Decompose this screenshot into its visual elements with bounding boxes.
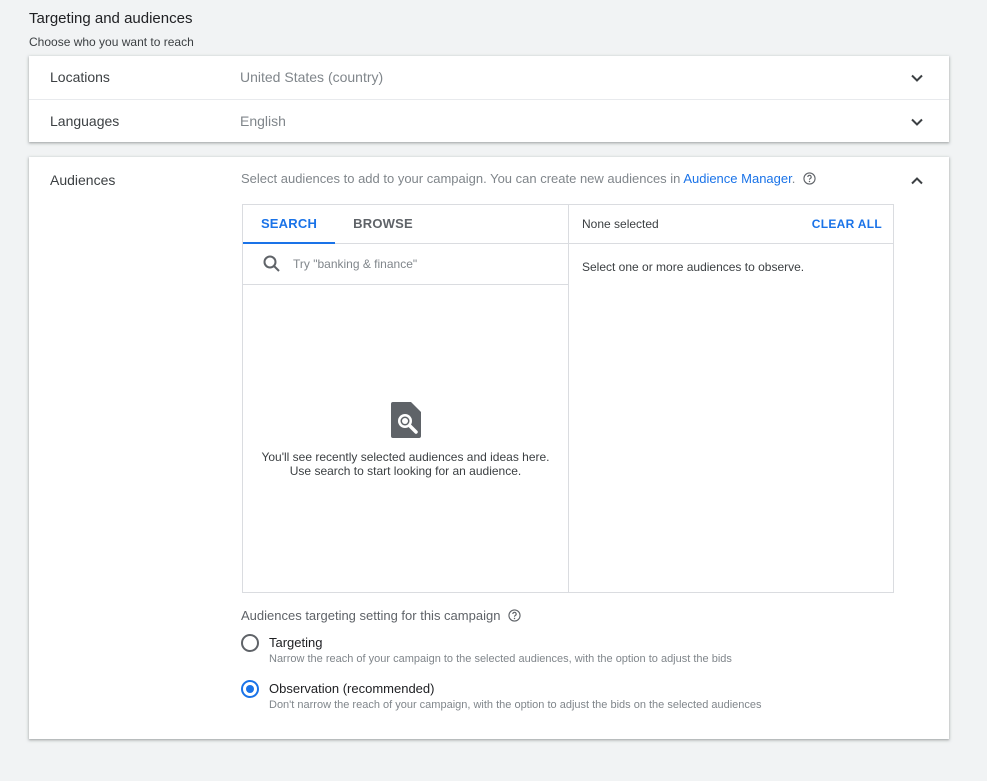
location-language-card: Locations United States (country) Langua… (29, 56, 949, 142)
chevron-up-icon[interactable] (909, 173, 925, 189)
targeting-setting-title: Audiences targeting setting for this cam… (241, 608, 521, 623)
selected-hint: Select one or more audiences to observe. (582, 260, 805, 274)
empty-state-line-2: Use search to start looking for an audie… (289, 464, 522, 478)
selected-header: None selected CLEAR ALL (569, 205, 893, 244)
clear-all-button[interactable]: CLEAR ALL (812, 217, 882, 231)
locations-label: Locations (50, 69, 110, 85)
chevron-down-icon[interactable] (909, 70, 925, 86)
targeting-setting-title-text: Audiences targeting setting for this cam… (241, 608, 501, 623)
audience-search-pane: SEARCH BROWSE You'll see recently select… (243, 205, 569, 592)
chevron-down-icon[interactable] (909, 114, 925, 130)
help-icon[interactable] (508, 609, 521, 622)
targeting-radio[interactable] (241, 634, 259, 652)
audiences-label: Audiences (50, 172, 116, 188)
search-document-icon (391, 402, 421, 438)
tab-search[interactable]: SEARCH (243, 205, 335, 244)
audiences-description-end: . (791, 171, 796, 186)
section-title: Targeting and audiences (29, 10, 193, 27)
observation-radio[interactable] (241, 680, 259, 698)
selected-audiences-pane: None selected CLEAR ALL Select one or mo… (569, 205, 893, 592)
locations-value: United States (country) (240, 69, 384, 85)
audiences-card: Audiences Select audiences to add to you… (29, 157, 949, 739)
targeting-option-description: Narrow the reach of your campaign to the… (269, 653, 732, 665)
audience-search-input[interactable] (293, 253, 543, 275)
targeting-option-label[interactable]: Targeting (269, 635, 322, 650)
help-icon[interactable] (803, 172, 816, 185)
languages-value: English (240, 113, 286, 129)
tab-browse[interactable]: BROWSE (335, 205, 431, 243)
section-subtitle: Choose who you want to reach (29, 35, 194, 49)
search-icon (263, 255, 280, 272)
locations-row[interactable]: Locations United States (country) (29, 56, 949, 99)
empty-state-line-1: You'll see recently selected audiences a… (261, 450, 550, 464)
observation-option-description: Don't narrow the reach of your campaign,… (269, 699, 762, 711)
audience-manager-link[interactable]: Audience Manager (683, 171, 791, 186)
audience-search-box (243, 244, 568, 285)
none-selected-label: None selected (582, 217, 659, 231)
audiences-description: Select audiences to add to your campaign… (241, 171, 816, 186)
languages-label: Languages (50, 113, 120, 129)
audience-tabs: SEARCH BROWSE (243, 205, 568, 244)
observation-option-label[interactable]: Observation (recommended) (269, 681, 434, 696)
audience-picker: SEARCH BROWSE You'll see recently select… (242, 204, 894, 593)
languages-row[interactable]: Languages English (29, 99, 949, 143)
empty-state-text: You'll see recently selected audiences a… (243, 450, 568, 478)
audiences-description-text: Select audiences to add to your campaign… (241, 171, 684, 186)
